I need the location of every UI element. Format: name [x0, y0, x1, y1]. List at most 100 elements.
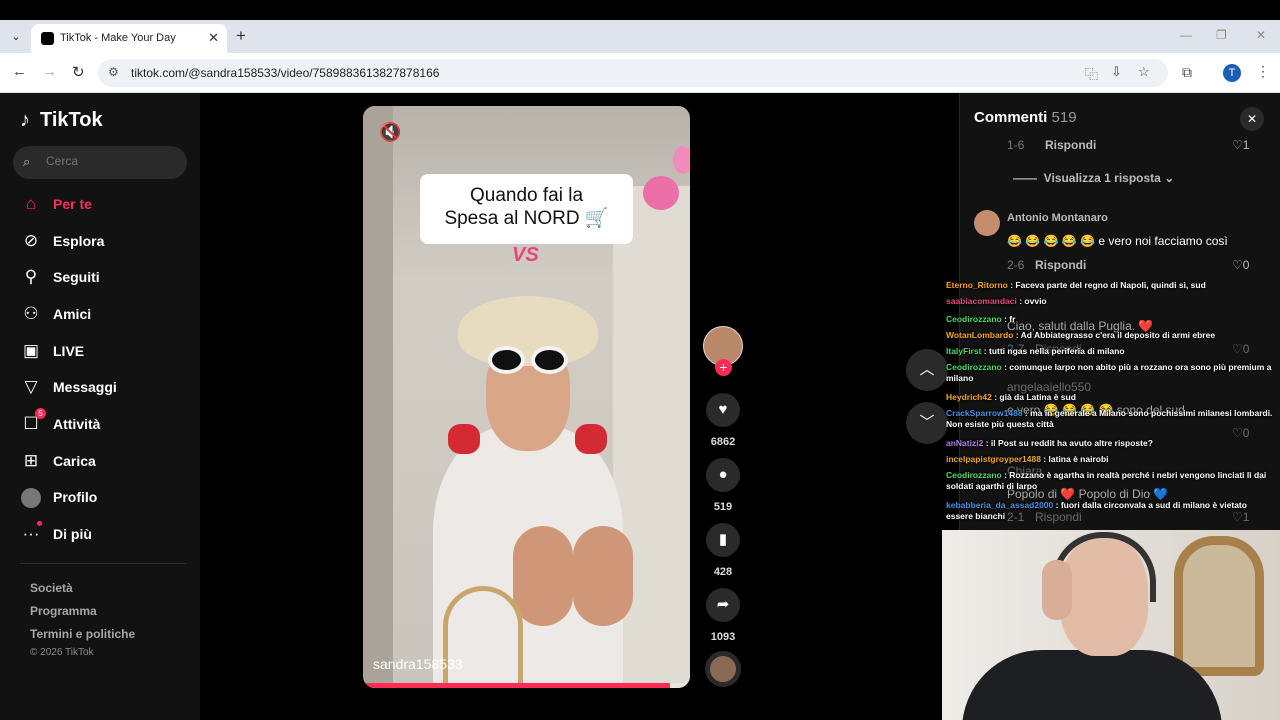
video-player[interactable]: 🔇 Quando fai la Spesa al NORD 🛒 VS sandr… [363, 106, 690, 688]
reply-button[interactable]: Rispondi [1045, 138, 1096, 152]
nav-item-amici[interactable]: ⚇ Amici [20, 301, 190, 331]
tiktok-logo[interactable]: ♪ TikTok [20, 109, 103, 132]
nav-item-per-te[interactable]: ⌂ Per te [20, 191, 190, 221]
comment-text: 😂 😂 😂 😂 😂 e vero noi facciamo così [1007, 234, 1228, 248]
lens [531, 346, 568, 374]
follow-plus-icon[interactable]: + [715, 359, 732, 376]
chat-text: : il Post su reddit ha avuto altre rispo… [983, 438, 1153, 448]
vs-overlay-text: VS [512, 244, 539, 266]
video-person-sunglasses [488, 346, 568, 374]
caption-line: Spesa al NORD 🛒 [444, 208, 609, 229]
video-person-arm [573, 526, 633, 626]
comments-count: 519 [1051, 109, 1077, 126]
previous-video-button[interactable]: ︿ [906, 349, 948, 391]
chat-text: : Ad Abbiategrasso c'era il deposito di … [1013, 330, 1216, 340]
avatar-icon [21, 488, 41, 508]
share-count: 1093 [710, 631, 736, 643]
like-count[interactable]: ♡1 [1232, 138, 1249, 152]
url-field[interactable]: ⚙ tiktok.com/@sandra158533/video/7589883… [98, 59, 1168, 87]
like-button[interactable]: ♥ [706, 393, 740, 427]
video-person-arm [513, 526, 573, 626]
nav-label: Per te [53, 196, 92, 212]
new-tab-button[interactable]: + [236, 26, 246, 46]
sidebar-divider [20, 563, 186, 564]
tab-search-icon[interactable]: ⌄ [7, 28, 25, 46]
window-close-icon[interactable]: ✕ [1256, 28, 1266, 42]
forward-icon[interactable]: → [42, 63, 57, 80]
video-decoration [673, 146, 690, 174]
tiktok-note-icon: ♪ [20, 109, 30, 131]
chat-text: : latina è nairobi [1040, 454, 1109, 464]
nav-label: Attività [53, 416, 101, 432]
chat-message: Ceodirozzano : fr [946, 314, 1276, 325]
nav-label: LIVE [53, 343, 85, 359]
nav-item-live[interactable]: ▣ LIVE [20, 338, 190, 368]
back-icon[interactable]: ← [12, 63, 27, 80]
nav-label: Messaggi [53, 379, 117, 395]
extensions-icon[interactable]: ⧉ [1182, 64, 1192, 81]
commenter-avatar[interactable] [974, 210, 1000, 236]
profile-avatar[interactable]: T [1223, 64, 1241, 82]
minimize-icon[interactable]: — [1180, 28, 1192, 42]
caption-line: Quando fai la [469, 185, 584, 206]
chat-username: anNatizi2 [946, 438, 984, 448]
nav-item-esplora[interactable]: ⊘ Esplora [20, 228, 190, 258]
logo-text: TikTok [40, 109, 103, 131]
reply-button[interactable]: Rispondi [1035, 258, 1086, 272]
heart-outline-icon: ♡ [1232, 258, 1243, 272]
video-caption-overlay: Quando fai la Spesa al NORD 🛒 [420, 174, 633, 244]
copyright: © 2026 TikTok [30, 647, 94, 658]
chat-message: ItalyFirst : tutti ngas nella periferia … [946, 346, 1276, 357]
bookmark-icon: ▮ [718, 531, 728, 548]
video-progress-bar[interactable] [363, 683, 690, 688]
nav-item-di-piu[interactable]: ··· Di più [20, 521, 190, 551]
chevron-down-icon: ⌄ [1164, 171, 1175, 185]
chat-message: Ceodirozzano : comunque Iarpo non abito … [946, 362, 1276, 384]
translate-icon[interactable]: ⿻ [1085, 64, 1098, 83]
footer-link-societa[interactable]: Società [30, 581, 73, 595]
nav-label: Carica [53, 453, 96, 469]
close-comments-icon[interactable]: ✕ [1240, 107, 1264, 131]
tiktok-favicon-icon [41, 32, 54, 45]
next-video-button[interactable]: ﹀ [906, 402, 948, 444]
nav-item-carica[interactable]: ⊞ Carica [20, 448, 190, 478]
chat-text: : tutti ngas nella periferia di milano [981, 346, 1125, 356]
comment-button[interactable]: ● [706, 458, 740, 492]
chat-username: Ceodirozzano [946, 470, 1002, 480]
notification-badge: 5 [35, 408, 46, 419]
like-count[interactable]: ♡0 [1232, 258, 1249, 272]
reload-icon[interactable]: ↻ [72, 63, 85, 81]
nav-item-attivita[interactable]: ☐ 5 Attività [20, 408, 190, 441]
site-info-icon[interactable]: ⚙ [108, 65, 119, 79]
save-count: 428 [713, 566, 733, 578]
nav-item-messaggi[interactable]: ▽ Messaggi [20, 374, 190, 404]
stream-chat-overlay: Eterno_Ritorno : Faceva parte del regno … [943, 280, 1280, 530]
view-replies-button[interactable]: —— Visualizza 1 risposta ⌄ [1013, 171, 1174, 185]
chat-message: Heydrich42 : già da Latina è sud [946, 392, 1276, 403]
restore-icon[interactable]: ❐ [1216, 28, 1227, 42]
search-input[interactable] [46, 154, 176, 168]
user-follow-icon: ⚲ [24, 267, 38, 286]
browser-tab[interactable]: TikTok - Make Your Day ✕ [31, 24, 227, 53]
nav-label: Esplora [53, 233, 105, 249]
video-decoration [643, 176, 679, 210]
home-icon: ⌂ [25, 194, 37, 213]
search-box[interactable]: ⌕ [13, 146, 187, 179]
video-background [363, 106, 393, 688]
nav-item-profilo[interactable]: Profilo [20, 484, 190, 514]
mute-icon[interactable]: 🔇 [379, 122, 401, 144]
video-author[interactable]: sandra158533 [373, 656, 463, 672]
commenter-name[interactable]: Antonio Montanaro [1007, 212, 1108, 224]
nav-item-seguiti[interactable]: ⚲ Seguiti [20, 264, 190, 294]
install-app-icon[interactable]: ⇩ [1111, 64, 1122, 80]
footer-link-termini[interactable]: Termini e politiche [30, 627, 135, 641]
browser-menu-icon[interactable]: ⋮ [1256, 63, 1270, 80]
chat-username: Heydrich42 [946, 392, 992, 402]
music-disc-icon[interactable] [705, 651, 741, 687]
bookmark-star-icon[interactable]: ☆ [1138, 64, 1150, 80]
share-button[interactable]: ➦ [706, 588, 740, 622]
footer-link-programma[interactable]: Programma [30, 604, 97, 618]
address-bar: ← → ↻ ⚙ tiktok.com/@sandra158533/video/7… [0, 53, 1280, 93]
tab-close-icon[interactable]: ✕ [208, 30, 219, 46]
save-button[interactable]: ▮ [706, 523, 740, 557]
